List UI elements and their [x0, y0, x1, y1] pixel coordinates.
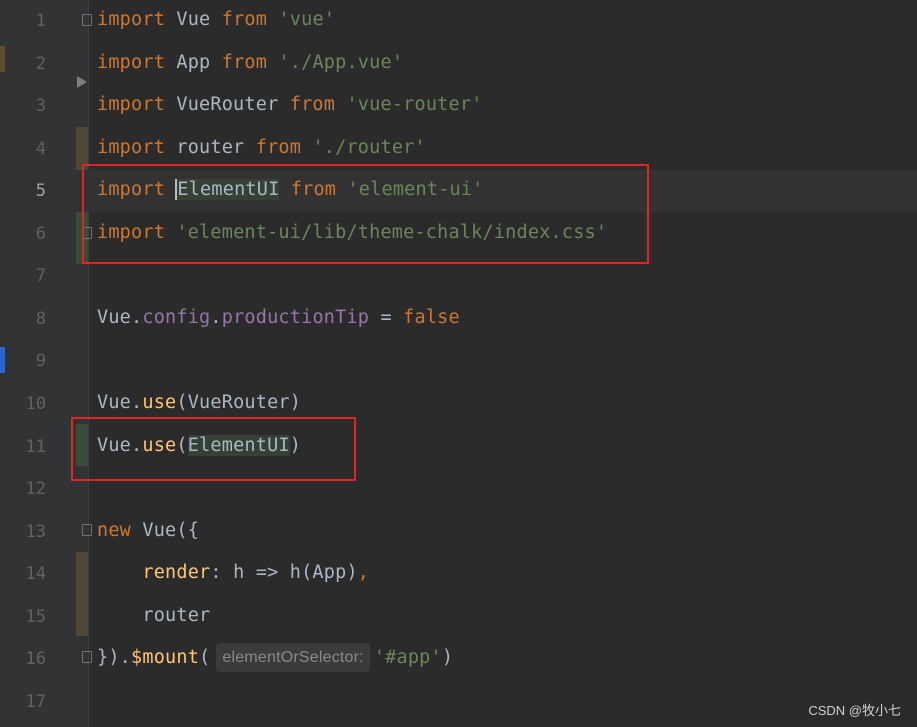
code-text[interactable]: Vue.use(VueRouter)	[97, 392, 301, 413]
code-text[interactable]: import VueRouter from 'vue-router'	[97, 94, 483, 115]
code-token: import	[97, 9, 166, 30]
code-line[interactable]: 2 import App from './App.vue'	[0, 43, 917, 85]
code-text[interactable]: Vue.config.productionTip = false	[97, 307, 460, 328]
code-token: import	[97, 51, 166, 73]
code-token: '#app'	[373, 647, 442, 669]
code-token: ,	[357, 562, 370, 584]
code-token: productionTip	[221, 306, 370, 328]
highlight-box-imports	[82, 164, 649, 264]
code-line[interactable]: 16}).$mount(elementOrSelector: '#app')	[0, 638, 917, 680]
code-line[interactable]: 14 render: h => h(App),	[0, 553, 917, 595]
code-editor[interactable]: 1 import Vue from 'vue' 2 import App from '…	[0, 0, 917, 727]
watermark: CSDN @牧小七	[808, 703, 901, 718]
line-number[interactable]: 15	[0, 607, 46, 627]
line-number[interactable]: 1	[0, 11, 46, 31]
line-number[interactable]: 5	[0, 181, 46, 201]
code-token: from	[221, 51, 268, 73]
code-token: from	[255, 136, 302, 158]
code-token: VueRouter	[165, 94, 290, 116]
code-token: render	[142, 562, 211, 584]
line-number[interactable]: 6	[0, 224, 46, 244]
code-token: )	[441, 647, 454, 669]
code-line[interactable]: 9	[0, 340, 917, 382]
code-token: from	[221, 9, 268, 30]
code-token: Vue.	[97, 391, 143, 413]
code-token: (	[199, 647, 211, 669]
code-line[interactable]: 8 Vue.config.productionTip = false	[0, 298, 917, 340]
line-number[interactable]: 2	[0, 54, 46, 74]
code-token: App	[165, 51, 222, 73]
highlight-box-use	[71, 417, 356, 481]
code-token: config	[142, 306, 211, 328]
code-line[interactable]: 3 import VueRouter from 'vue-router'	[0, 85, 917, 127]
code-token: Vue	[165, 9, 222, 30]
code-token: .	[210, 306, 222, 328]
code-token: 'vue'	[278, 9, 336, 30]
code-token: =	[369, 306, 404, 328]
line-number[interactable]: 10	[0, 394, 46, 414]
code-token: : h => h(App)	[210, 562, 358, 584]
line-number[interactable]: 9	[0, 351, 46, 371]
code-token: './App.vue'	[278, 51, 404, 73]
code-token: router	[165, 136, 256, 158]
code-token: new	[97, 519, 132, 541]
code-text[interactable]: new Vue({	[97, 520, 199, 541]
line-number[interactable]: 16	[0, 649, 46, 669]
parameter-hint: elementOrSelector:	[216, 643, 370, 673]
line-number[interactable]: 14	[0, 564, 46, 584]
code-token: import	[97, 136, 166, 158]
code-token: $mount	[131, 647, 200, 669]
code-text[interactable]: import App from './App.vue'	[97, 52, 403, 73]
code-token: 'vue-router'	[346, 94, 483, 116]
line-number[interactable]: 8	[0, 309, 46, 329]
line-number[interactable]: 17	[0, 692, 46, 712]
code-line[interactable]: 1 import Vue from 'vue'	[0, 0, 917, 42]
code-token: Vue({	[131, 519, 200, 541]
line-number[interactable]: 4	[0, 139, 46, 159]
code-line[interactable]: 17	[0, 681, 917, 723]
code-text[interactable]: import Vue from 'vue'	[97, 9, 335, 30]
line-number[interactable]: 3	[0, 96, 46, 116]
code-token: import	[97, 94, 166, 116]
line-number[interactable]: 11	[0, 437, 46, 457]
code-line[interactable]: 13 new Vue({	[0, 511, 917, 553]
code-text[interactable]: import router from './router'	[97, 137, 426, 158]
code-token: }).	[97, 647, 132, 669]
code-text[interactable]: router	[97, 605, 210, 626]
code-token: Vue.	[97, 306, 143, 328]
line-number[interactable]: 12	[0, 479, 46, 499]
code-line[interactable]: 15 router	[0, 596, 917, 638]
code-token: (VueRouter)	[176, 391, 302, 413]
code-text[interactable]: render: h => h(App),	[97, 562, 369, 583]
line-number[interactable]: 7	[0, 266, 46, 286]
code-token: from	[289, 94, 336, 116]
code-text[interactable]: }).$mount(elementOrSelector: '#app')	[97, 643, 454, 673]
code-token: use	[142, 391, 177, 413]
code-token: router	[97, 604, 211, 626]
line-number[interactable]: 13	[0, 522, 46, 542]
code-token: false	[403, 306, 460, 328]
code-token: './router'	[312, 136, 426, 158]
